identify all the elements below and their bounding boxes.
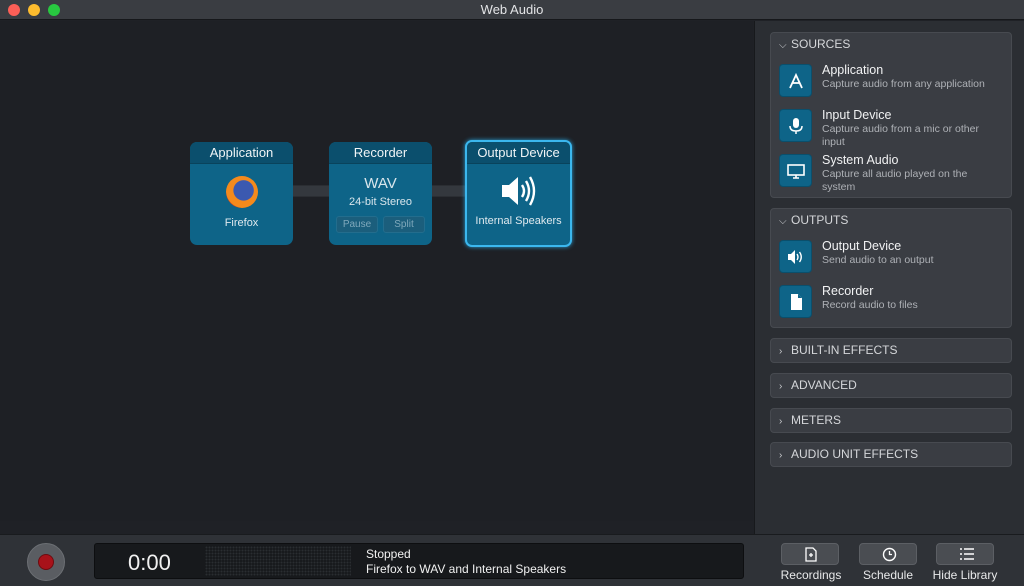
status-detail: Firefox to WAV and Internal Speakers [366,562,567,576]
hide-library-label: Hide Library [932,568,998,582]
outputs-header[interactable]: ⌵ OUTPUTS [771,209,1011,231]
schedule-button[interactable] [859,543,917,565]
chevron-down-icon: ⌵ [779,40,787,51]
elapsed-time: 0:00 [128,550,171,575]
source-item-application[interactable]: Application Capture audio from any appli… [779,63,1009,106]
output-item-output-device[interactable]: Output Device Send audio to an output [779,239,1009,282]
speaker-icon [467,173,570,211]
chevron-right-icon: › [779,416,783,427]
record-button[interactable] [27,543,65,581]
title-bar: Web Audio [0,0,1024,20]
section-title: SOURCES [791,37,851,51]
chevron-down-icon: ⌵ [779,216,787,227]
app-store-icon [779,64,812,97]
node-header: Application [190,142,293,164]
microphone-icon [779,109,812,142]
item-description: Capture all audio played on the system [822,168,968,193]
item-description: Send audio to an output [822,254,934,266]
recordings-icon [805,547,817,562]
node-subtitle: Firefox [224,217,259,229]
application-node[interactable]: Application Firefox [190,142,293,245]
chevron-right-icon: › [779,346,783,357]
transport-bar: 0:00 Stopped Firefox to WAV and Internal… [0,534,1024,586]
item-name: Input Device [822,108,892,122]
section-title: ADVANCED [791,378,857,392]
record-icon [38,554,54,570]
advanced-section[interactable]: › ADVANCED [770,373,1012,398]
sources-header[interactable]: ⌵ SOURCES [771,33,1011,55]
split-button[interactable]: Split [383,216,425,233]
pause-button[interactable]: Pause [336,216,378,233]
output-item-recorder[interactable]: Recorder Record audio to files [779,284,1009,327]
recording-details: 24-bit Stereo [349,196,412,208]
section-title: METERS [791,413,842,427]
node-header: Recorder [329,142,432,164]
chevron-right-icon: › [779,381,783,392]
list-icon [960,548,974,560]
hide-library-button[interactable] [936,543,994,565]
section-title: AUDIO UNIT EFFECTS [791,447,919,461]
speaker-icon [779,240,812,273]
audio-unit-effects-section[interactable]: › AUDIO UNIT EFFECTS [770,442,1012,467]
item-description: Capture audio from any application [822,78,985,90]
item-description: Record audio to files [822,299,918,311]
section-title: OUTPUTS [791,213,849,227]
connection-wire [431,185,467,197]
item-name: System Audio [822,153,899,167]
item-name: Output Device [822,239,902,253]
connection-wire [292,185,330,197]
clock-icon [882,547,897,562]
audio-graph-canvas[interactable]: Application Firefox Recorder WAV 24-bit … [0,21,753,521]
recording-format: WAV [364,175,397,192]
source-item-system-audio[interactable]: System Audio Capture all audio played on… [779,153,1009,196]
item-name: Application [822,63,884,77]
sources-panel: ⌵ SOURCES Application Capture audio from … [770,32,1012,198]
level-meter [205,546,351,576]
firefox-icon [225,176,258,208]
source-item-input-device[interactable]: Input Device Capture audio from a mic or… [779,108,1009,151]
status-display: 0:00 Stopped Firefox to WAV and Internal… [94,543,744,579]
window-title: Web Audio [480,2,544,17]
item-name: Recorder [822,284,874,298]
document-icon [779,285,812,318]
output-device-node[interactable]: Output Device Internal Speakers [465,140,572,247]
chevron-right-icon: › [779,450,783,461]
recordings-button[interactable] [781,543,839,565]
item-description: Capture audio from a mic or other input [822,123,979,148]
meters-section[interactable]: › METERS [770,408,1012,433]
library-sidebar: ⌵ SOURCES Application Capture audio from … [754,21,1024,534]
node-header: Output Device [467,142,570,164]
built-in-effects-section[interactable]: › BUILT-IN EFFECTS [770,338,1012,363]
recorder-node[interactable]: Recorder WAV 24-bit Stereo Pause Split [329,142,432,245]
status-text: Stopped [366,547,411,561]
monitor-icon [779,154,812,187]
outputs-panel: ⌵ OUTPUTS Output Device Send audio to an … [770,208,1012,328]
node-subtitle: Internal Speakers [475,215,562,227]
section-title: BUILT-IN EFFECTS [791,343,898,357]
